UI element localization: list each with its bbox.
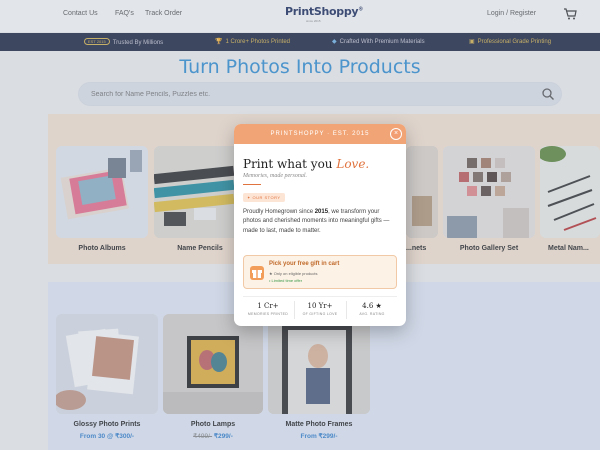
modal-divider [243, 184, 261, 185]
close-icon[interactable]: × [390, 128, 402, 140]
gift-eligibility-note: ★ Only on eligible products [269, 271, 318, 276]
modal-subtitle: Memories, made personal. [243, 173, 307, 179]
modal-body-text: Proudly Homegrown since 2015, we transfo… [243, 209, 390, 234]
gift-title: Pick your free gift in cart [269, 261, 340, 267]
our-story-badge: ✦ OUR STORY [243, 193, 285, 202]
gift-limited-note: • Limited time offer [269, 278, 303, 283]
stat-years: 10 Yr+ OF GIFTING LOVE [302, 302, 338, 316]
welcome-modal: PRINTSHOPPY · EST. 2015 × Print what you… [234, 124, 406, 326]
stat-rating: 4.6 ★ AVG. RATING [359, 302, 385, 316]
modal-title: Print what you Love. [243, 157, 370, 171]
modal-header-text: PRINTSHOPPY · EST. 2015 [270, 131, 370, 137]
stats-divider [243, 296, 397, 297]
gift-icon [250, 266, 264, 280]
free-gift-banner[interactable]: Pick your free gift in cart ★ Only on el… [243, 255, 397, 289]
modal-header: PRINTSHOPPY · EST. 2015 × [234, 124, 406, 144]
stat-memories: 1 Cr+ MEMORIES PRINTED [247, 302, 289, 316]
